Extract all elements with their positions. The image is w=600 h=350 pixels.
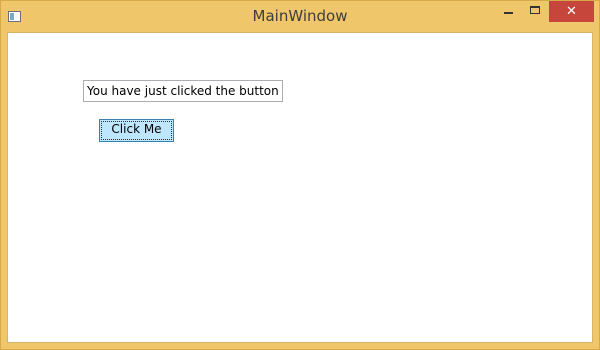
main-window: MainWindow ✕: [0, 0, 600, 350]
close-icon: ✕: [566, 4, 577, 19]
client-area: [7, 32, 593, 343]
message-textbox[interactable]: You have just clicked the button: [83, 80, 283, 102]
close-button[interactable]: ✕: [549, 1, 594, 22]
title-bar[interactable]: MainWindow ✕: [1, 1, 599, 32]
minimize-icon: [504, 12, 513, 14]
app-icon[interactable]: [8, 11, 21, 22]
maximize-icon: [530, 6, 540, 14]
maximize-button[interactable]: [522, 1, 548, 22]
click-me-button-label: Click Me: [111, 122, 162, 136]
click-me-button[interactable]: Click Me: [99, 119, 174, 142]
minimize-button[interactable]: [495, 1, 522, 22]
